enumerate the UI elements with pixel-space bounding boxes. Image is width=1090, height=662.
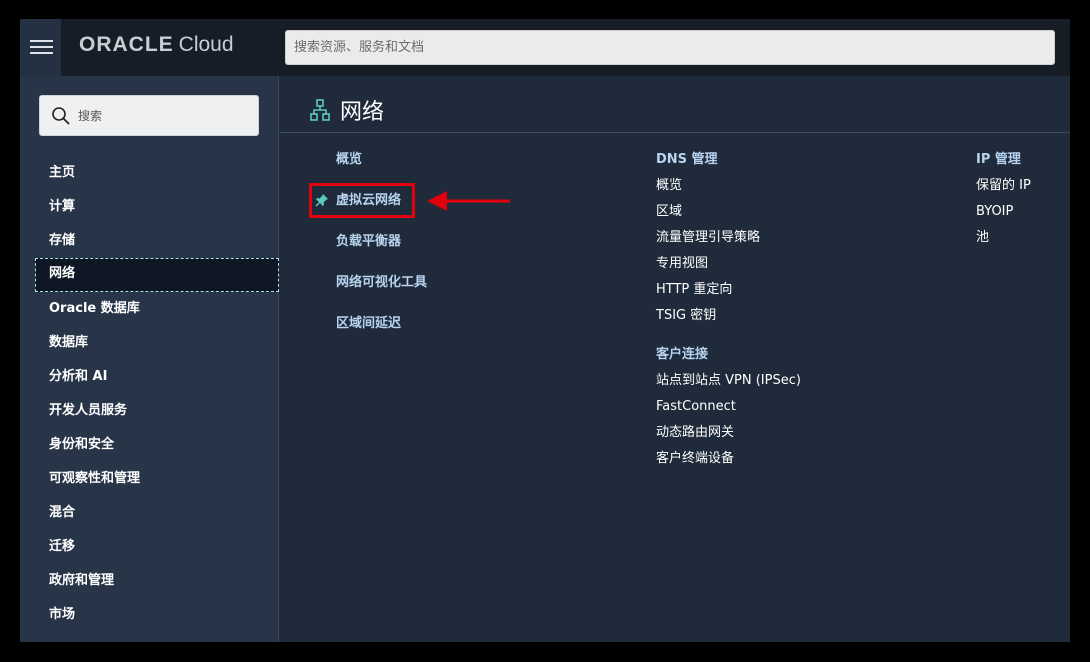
section-title-ip-management: IP 管理 [976,152,1021,167]
hamburger-menu-button[interactable] [20,19,61,76]
sidebar-item-analytics-ai[interactable]: 分析和 AI [35,360,279,394]
sidebar-item-oracle-database[interactable]: Oracle 数据库 [35,292,279,326]
sidebar-item-developer-services[interactable]: 开发人员服务 [35,394,279,428]
top-bar: ORACLE Cloud [20,19,1070,76]
sidebar-item-storage[interactable]: 存储 [35,224,279,258]
link-byoip[interactable]: BYOIP [976,202,1031,228]
network-icon [310,99,330,121]
link-network-visualizer[interactable]: 网络可视化工具 [336,273,427,314]
section-title-dns: DNS 管理 [656,152,718,167]
link-traffic-steering[interactable]: 流量管理引导策略 [656,228,801,254]
sidebar-item-marketplace[interactable]: 市场 [35,598,279,632]
sidebar-item-governance[interactable]: 政府和管理 [35,564,279,598]
link-customer-premises-equipment[interactable]: 客户终端设备 [656,449,801,475]
sidebar-search-box[interactable] [39,95,259,136]
link-inter-region-latency[interactable]: 区域间延迟 [336,314,427,355]
link-reserved-ips[interactable]: 保留的 IP [976,176,1031,202]
link-site-to-site-vpn[interactable]: 站点到站点 VPN (IPSec) [656,371,801,397]
pin-icon[interactable] [315,193,329,207]
link-ip-pools[interactable]: 池 [976,228,1031,254]
sidebar-item-networking[interactable]: 网络 [35,258,279,292]
oracle-cloud-logo[interactable]: ORACLE Cloud [79,33,234,63]
header-divider [280,132,1070,133]
sidebar-item-databases[interactable]: 数据库 [35,326,279,360]
global-search-input[interactable] [285,30,1055,65]
brand-oracle-text: ORACLE [79,33,174,56]
sidebar-item-hybrid[interactable]: 混合 [35,496,279,530]
link-http-redirect[interactable]: HTTP 重定向 [656,280,801,306]
sidebar-item-observability[interactable]: 可观察性和管理 [35,462,279,496]
brand-cloud-text: Cloud [178,33,234,56]
link-dynamic-routing-gateways[interactable]: 动态路由网关 [656,423,801,449]
link-dns-overview[interactable]: 概览 [656,176,801,202]
section-title-customer-connectivity: 客户连接 [656,347,709,362]
link-dns-zones[interactable]: 区域 [656,202,801,228]
page-header: 网络 [310,92,384,128]
sidebar: 主页 计算 存储 网络 Oracle 数据库 数据库 分析和 AI 开发人员服务… [20,76,279,642]
column-main-links: 概览 虚拟云网络 负载平衡器 网络可视化工具 区域间延迟 [336,150,427,355]
sidebar-search-input[interactable] [78,104,248,128]
menu-bar-line [30,40,53,42]
sidebar-item-migration[interactable]: 迁移 [35,530,279,564]
column-ip-management: IP 管理 保留的 IP BYOIP 池 [976,150,1031,254]
main-panel: 网络 概览 虚拟云网络 负载平衡器 网络可视化工具 区域间延迟 DNS 管理 概… [280,76,1070,642]
sidebar-nav: 主页 计算 存储 网络 Oracle 数据库 数据库 分析和 AI 开发人员服务… [35,156,279,632]
sidebar-item-identity-security[interactable]: 身份和安全 [35,428,279,462]
link-fastconnect[interactable]: FastConnect [656,397,801,423]
sidebar-item-compute[interactable]: 计算 [35,190,279,224]
column-dns-customer: DNS 管理 概览 区域 流量管理引导策略 专用视图 HTTP 重定向 TSIG… [656,150,801,475]
link-private-views[interactable]: 专用视图 [656,254,801,280]
oracle-cloud-console: ORACLE Cloud 主页 计算 存储 网络 Oracle 数据库 数据库 … [20,19,1070,642]
menu-bar-line [30,46,53,48]
sidebar-item-home[interactable]: 主页 [35,156,279,190]
page-title: 网络 [340,100,385,125]
menu-bar-line [30,52,53,54]
link-load-balancers[interactable]: 负载平衡器 [336,232,427,273]
search-icon [52,107,70,125]
link-tsig-keys[interactable]: TSIG 密钥 [656,306,801,332]
arrow-pointer-icon [427,191,510,211]
